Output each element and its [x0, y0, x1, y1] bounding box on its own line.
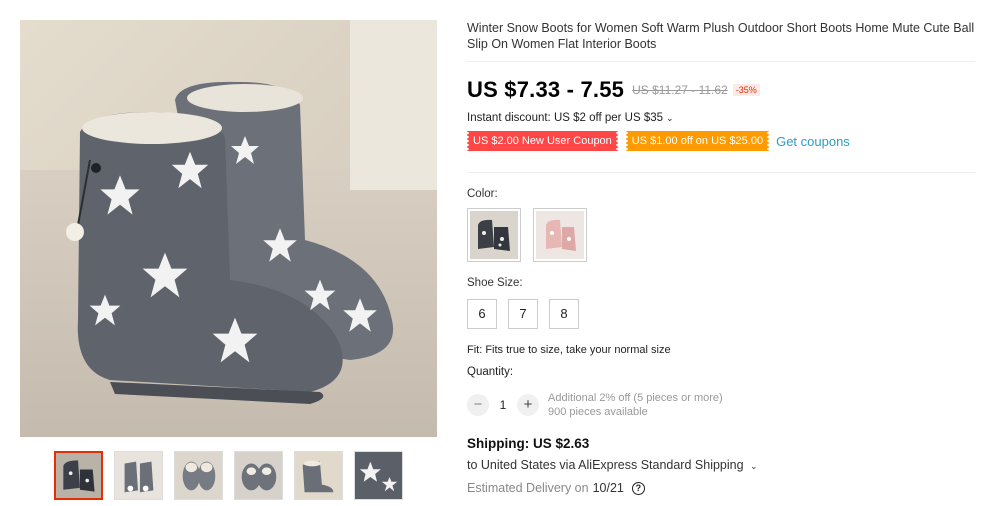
thumbnail-1[interactable]: [54, 451, 103, 500]
stock-available: 900 pieces available: [548, 406, 648, 418]
product-info-panel: Winter Snow Boots for Women Soft Warm Pl…: [466, 20, 982, 495]
instant-discount[interactable]: Instant discount: US $2 off per US $35 ⌄: [467, 112, 982, 124]
get-coupons-link[interactable]: Get coupons: [776, 134, 850, 149]
quantity-label: Quantity:: [467, 366, 514, 378]
instant-discount-text: Instant discount: US $2 off per US $35: [467, 112, 664, 124]
estimated-delivery: Estimated Delivery on 10/21 ?: [467, 481, 645, 495]
quantity-value[interactable]: 1: [489, 398, 517, 412]
thumbnail-6[interactable]: [354, 451, 403, 500]
size-option-6[interactable]: 6: [467, 299, 497, 329]
color-option-pink[interactable]: [533, 208, 587, 262]
color-option-grey[interactable]: [467, 208, 521, 262]
quantity-plus-button[interactable]: +: [517, 394, 539, 416]
title-divider: [467, 61, 975, 62]
coupon-divider: [467, 172, 975, 173]
thumbnail-5[interactable]: [294, 451, 343, 500]
original-price: US $11.27 - 11.62: [632, 83, 728, 97]
size-option-8[interactable]: 8: [549, 299, 579, 329]
price-row: US $7.33 - 7.55 US $11.27 - 11.62 -35%: [467, 77, 982, 103]
quantity-minus-button[interactable]: −: [467, 394, 489, 416]
thumbnail-3[interactable]: [174, 451, 223, 500]
delivery-date: 10/21: [592, 481, 624, 495]
size-label: Shoe Size:: [467, 277, 523, 289]
thumbnail-4[interactable]: [234, 451, 283, 500]
thumbnail-2[interactable]: [114, 451, 163, 500]
main-product-image[interactable]: [20, 20, 437, 437]
quantity-stepper: − 1 + Additional 2% off (5 pieces or mor…: [467, 391, 723, 419]
new-user-coupon[interactable]: US $2.00 New User Coupon: [466, 131, 619, 151]
fit-info: Fit: Fits true to size, take your normal…: [467, 344, 671, 356]
chevron-down-icon: ⌄: [750, 461, 758, 471]
boots-photo: [20, 20, 437, 437]
delivery-label: Estimated Delivery on: [467, 481, 589, 495]
color-label: Color:: [467, 188, 498, 200]
size-option-7[interactable]: 7: [508, 299, 538, 329]
chevron-down-icon: ⌄: [666, 112, 674, 123]
quantity-note: Additional 2% off (5 pieces or more) 900…: [548, 391, 723, 419]
shipping-destination-text: to United States via AliExpress Standard…: [467, 458, 744, 472]
color-options: [467, 208, 587, 262]
bulk-discount-note: Additional 2% off (5 pieces or more): [548, 392, 723, 404]
size-options: 6 7 8: [467, 299, 579, 329]
shipping-destination[interactable]: to United States via AliExpress Standard…: [467, 458, 758, 472]
product-title: Winter Snow Boots for Women Soft Warm Pl…: [467, 21, 975, 51]
price: US $7.33 - 7.55: [467, 77, 625, 102]
discount-badge: -35%: [732, 84, 760, 96]
help-icon[interactable]: ?: [631, 481, 645, 495]
coupon-row: US $2.00 New User Coupon US $1.00 off on…: [466, 131, 982, 151]
store-coupon[interactable]: US $1.00 off on US $25.00: [624, 131, 771, 151]
thumbnail-strip: [54, 451, 403, 500]
shipping-cost: Shipping: US $2.63: [467, 436, 590, 451]
